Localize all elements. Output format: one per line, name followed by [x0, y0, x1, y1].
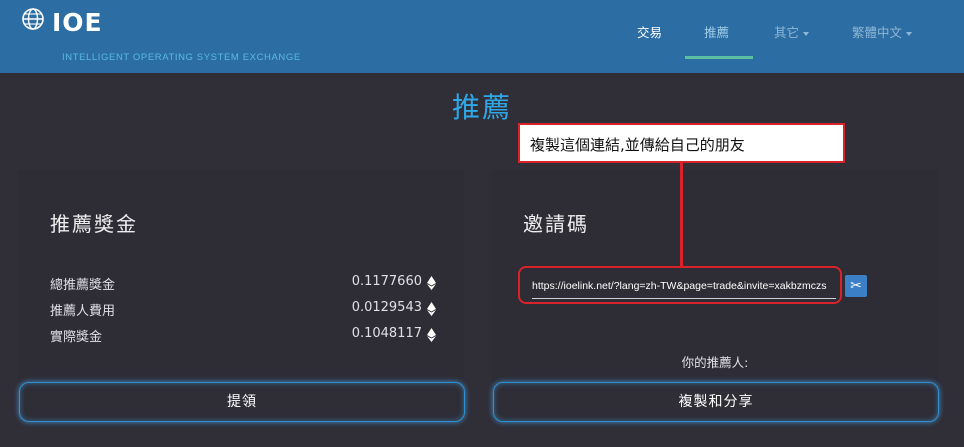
- copy-link-button[interactable]: ✂: [845, 275, 867, 297]
- nav-other-dropdown[interactable]: 其它: [774, 22, 810, 41]
- rewards-title: 推薦獎金: [50, 212, 138, 236]
- stat-row-actual: 實際獎金 0.1048117: [50, 326, 436, 346]
- stat-label: 實際獎金: [50, 330, 103, 345]
- nav-language-label: 繁體中文: [852, 25, 903, 40]
- rewards-panel: 推薦獎金 總推薦獎金 0.1177660 推薦人費用 0.0129543 實際獎…: [18, 170, 464, 382]
- ethereum-icon: [427, 328, 436, 342]
- nav-referral[interactable]: 推薦: [704, 22, 729, 41]
- stat-row-fee: 推薦人費用 0.0129543: [50, 300, 436, 320]
- active-nav-indicator: [685, 56, 753, 59]
- copy-and-share-button[interactable]: 複製和分享: [493, 382, 939, 422]
- globe-icon: [22, 8, 44, 30]
- top-navbar: IOE INTELLIGENT OPERATING SYSTEM EXCHANG…: [0, 0, 964, 73]
- nav-other-label: 其它: [774, 25, 800, 40]
- invite-panel: 邀請碼 https://ioelink.net/?lang=zh-TW&page…: [492, 170, 938, 382]
- stat-row-total: 總推薦獎金 0.1177660: [50, 274, 436, 294]
- chevron-down-icon: [803, 31, 810, 36]
- annotation-callout: 複製這個連結,並傳給自己的朋友: [518, 123, 845, 163]
- nav-language-dropdown[interactable]: 繁體中文: [852, 22, 913, 41]
- ethereum-icon: [427, 276, 436, 290]
- invite-link-highlight: https://ioelink.net/?lang=zh-TW&page=tra…: [518, 266, 842, 304]
- stat-label: 推薦人費用: [50, 304, 116, 319]
- referrer-label: 你的推薦人:: [681, 355, 749, 370]
- brand-name: IOE: [52, 8, 103, 37]
- withdraw-button[interactable]: 提領: [19, 382, 465, 422]
- invite-link-input[interactable]: https://ioelink.net/?lang=zh-TW&page=tra…: [532, 277, 836, 299]
- stat-value: 0.1048117: [351, 326, 422, 341]
- scissors-icon: ✂: [850, 278, 862, 294]
- nav-trade[interactable]: 交易: [637, 22, 662, 41]
- brand-subtitle: INTELLIGENT OPERATING SYSTEM EXCHANGE: [62, 52, 301, 63]
- stat-label: 總推薦獎金: [50, 278, 116, 293]
- invite-title: 邀請碼: [523, 212, 589, 236]
- brand-logo[interactable]: IOE: [20, 6, 102, 37]
- stat-value: 0.0129543: [351, 300, 422, 315]
- chevron-down-icon: [906, 31, 913, 36]
- stat-value: 0.1177660: [351, 274, 422, 289]
- page-title: 推薦: [451, 91, 512, 124]
- ethereum-icon: [427, 302, 436, 316]
- callout-connector: [680, 163, 683, 267]
